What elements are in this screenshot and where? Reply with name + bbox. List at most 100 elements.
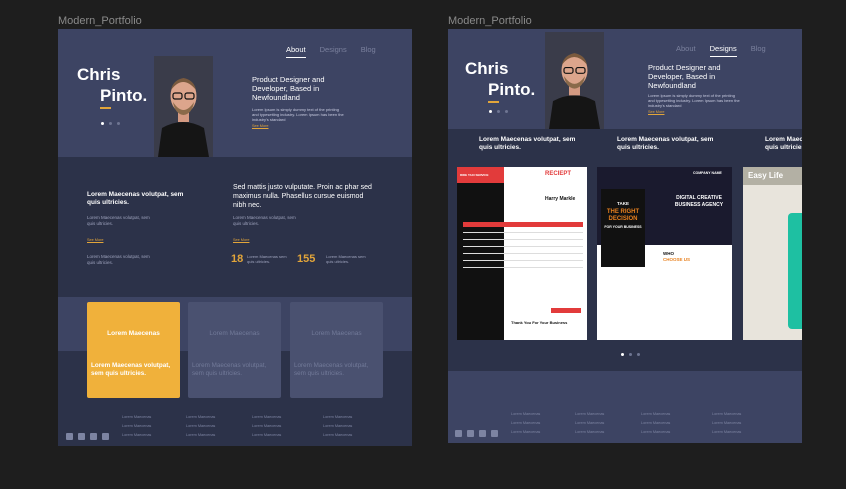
- footer-link[interactable]: Lorem Maecenas: [641, 428, 670, 437]
- receipt-row: [463, 246, 583, 247]
- profile-photo: [154, 56, 213, 157]
- receipt-table-header: [463, 222, 583, 227]
- carousel-dot[interactable]: [505, 110, 508, 113]
- nav-about[interactable]: About: [286, 45, 306, 58]
- top-nav: About Designs Blog: [286, 45, 376, 58]
- hero-first-name: Chris: [77, 65, 121, 84]
- nav-designs[interactable]: Designs: [320, 45, 347, 58]
- twitter-icon[interactable]: [479, 430, 486, 437]
- facebook-icon[interactable]: [66, 433, 73, 440]
- carousel-dot[interactable]: [637, 353, 640, 356]
- footer-link[interactable]: Lorem Maecenas: [323, 413, 352, 422]
- facebook-icon[interactable]: [455, 430, 462, 437]
- about-left-foot: Lorem Maecenas volutpat, sem quis ultric…: [87, 254, 150, 265]
- footer-link[interactable]: Lorem Maecenas: [511, 410, 540, 419]
- footer-link[interactable]: Lorem Maecenas: [122, 431, 151, 440]
- carousel-dot[interactable]: [497, 110, 500, 113]
- footer-link[interactable]: Lorem Maecenas: [712, 419, 741, 428]
- poster-take: TAKE: [617, 201, 629, 206]
- carousel-dot[interactable]: [101, 122, 104, 125]
- footer-link[interactable]: Lorem Maecenas: [252, 431, 281, 440]
- footer-link[interactable]: Lorem Maecenas: [186, 431, 215, 440]
- receipt-row: [463, 253, 583, 254]
- app-title: Easy Life: [748, 171, 784, 180]
- footer-link[interactable]: Lorem Maecenas: [511, 428, 540, 437]
- footer-link[interactable]: Lorem Maecenas: [641, 410, 670, 419]
- carousel-dot[interactable]: [117, 122, 120, 125]
- footer-link[interactable]: Lorem Maecenas: [323, 422, 352, 431]
- stat-value: 155: [297, 253, 316, 265]
- footer-link[interactable]: Lorem Maecenas: [575, 428, 604, 437]
- poster-subline: FOR YOUR BUSINESS: [604, 225, 642, 229]
- footer-link[interactable]: Lorem Maecenas: [122, 413, 151, 422]
- carousel-dot[interactable]: [629, 353, 632, 356]
- nav-blog[interactable]: Blog: [751, 44, 766, 57]
- hero-description: Lorem Ipsum is simply dummy text of the …: [648, 93, 740, 108]
- footer-link[interactable]: Lorem Maecenas: [252, 413, 281, 422]
- nav-about[interactable]: About: [676, 44, 696, 57]
- carousel-dot[interactable]: [621, 353, 624, 356]
- about-left-see-more[interactable]: See More: [87, 238, 103, 242]
- about-right-see-more[interactable]: See More: [233, 238, 249, 242]
- service-card[interactable]: Lorem Maecenas Lorem Maecenas volutpat, …: [188, 302, 281, 398]
- about-right-sub: Lorem Maecenas volutpat, sem quis ultric…: [233, 215, 296, 226]
- receipt-customer: Harry Markle: [545, 196, 576, 202]
- about-left-sub: Lorem Maecenas volutpat, sem quis ultric…: [87, 215, 150, 226]
- carousel-dots: [621, 353, 640, 356]
- hero-first-name: Chris: [465, 59, 509, 78]
- person-image: [154, 56, 213, 157]
- hero-see-more-link[interactable]: See More: [252, 124, 268, 128]
- footer-column: Lorem Maecenas Lorem Maecenas Lorem Maec…: [252, 413, 281, 440]
- card-title: Lorem Maecenas: [209, 330, 260, 337]
- carousel-dots: [101, 122, 120, 125]
- hero-last-name: Pinto.: [77, 85, 147, 109]
- footer-link[interactable]: Lorem Maecenas: [641, 419, 670, 428]
- twitter-icon[interactable]: [90, 433, 97, 440]
- service-card[interactable]: Lorem Maecenas Lorem Maecenas volutpat, …: [290, 302, 383, 398]
- nav-designs[interactable]: Designs: [709, 44, 737, 57]
- receipt-thanks: Thank You For Your Business: [511, 320, 568, 325]
- service-card[interactable]: Lorem Maecenas Lorem Maecenas volutpat, …: [87, 302, 180, 398]
- receipt-brand: RIDE TAXI SERVICE: [460, 173, 489, 177]
- carousel-dots: [489, 110, 508, 113]
- carousel-dot[interactable]: [109, 122, 112, 125]
- frame-label[interactable]: Modern_Portfolio: [448, 15, 532, 27]
- instagram-icon[interactable]: [78, 433, 85, 440]
- poster-headline: THE RIGHT DECISION: [606, 209, 640, 222]
- social-icons: [455, 430, 498, 437]
- about-right-title: Sed mattis justo vulputate. Proin ac pha…: [233, 184, 372, 209]
- footer-column: Lorem Maecenas Lorem Maecenas Lorem Maec…: [641, 410, 670, 437]
- poster-brand: COMPANY NAME: [693, 171, 722, 175]
- footer-link[interactable]: Lorem Maecenas: [575, 410, 604, 419]
- hero-name: Chris Pinto.: [77, 64, 147, 109]
- hero-name: Chris Pinto.: [465, 58, 535, 103]
- footer-link[interactable]: Lorem Maecenas: [252, 422, 281, 431]
- youtube-icon[interactable]: [491, 430, 498, 437]
- design-thumbnail-receipt[interactable]: RIDE TAXI SERVICE RECIEPT Harry Markle T…: [457, 167, 587, 340]
- footer-column: Lorem Maecenas Lorem Maecenas Lorem Maec…: [186, 413, 215, 440]
- youtube-icon[interactable]: [102, 433, 109, 440]
- stat-value: 18: [231, 253, 244, 265]
- top-nav: About Designs Blog: [676, 44, 766, 57]
- instagram-icon[interactable]: [467, 430, 474, 437]
- footer-link[interactable]: Lorem Maecenas: [511, 419, 540, 428]
- footer-link[interactable]: Lorem Maecenas: [186, 422, 215, 431]
- footer-link[interactable]: Lorem Maecenas: [712, 428, 741, 437]
- footer-link[interactable]: Lorem Maecenas: [575, 419, 604, 428]
- receipt-row: [463, 232, 583, 233]
- frame-label[interactable]: Modern_Portfolio: [58, 15, 142, 27]
- carousel-dot[interactable]: [489, 110, 492, 113]
- hero-description: Lorem Ipsum is simply dummy text of the …: [252, 107, 344, 122]
- nav-blog[interactable]: Blog: [361, 45, 376, 58]
- hero-see-more-link[interactable]: See More: [648, 110, 664, 114]
- poster-who: WHO: [663, 251, 674, 256]
- profile-photo: [545, 32, 604, 129]
- footer-link[interactable]: Lorem Maecenas: [323, 431, 352, 440]
- footer-link[interactable]: Lorem Maecenas: [712, 410, 741, 419]
- stat-label: Lorem Maecenas sem quis ultricies.: [247, 254, 287, 264]
- design-thumbnail-app[interactable]: Easy Life: [743, 167, 802, 340]
- footer-link[interactable]: Lorem Maecenas: [122, 422, 151, 431]
- design-thumbnail-poster[interactable]: COMPANY NAME TAKE THE RIGHT DECISION FOR…: [597, 167, 732, 340]
- footer-link[interactable]: Lorem Maecenas: [186, 413, 215, 422]
- footer-column: Lorem Maecenas Lorem Maecenas Lorem Maec…: [511, 410, 540, 437]
